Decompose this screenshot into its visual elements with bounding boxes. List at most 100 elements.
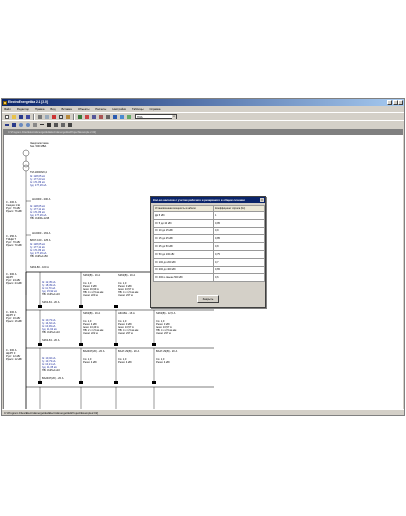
cut-button[interactable] xyxy=(51,114,57,120)
close-dialog-button[interactable]: Закрыть xyxy=(197,295,219,303)
load-marker xyxy=(152,381,156,384)
report-button[interactable] xyxy=(91,114,97,120)
table-row[interactable]: От 100 до 200 кВт 0,7 xyxy=(153,257,265,267)
menu-item[interactable]: Расчеты xyxy=(95,107,106,111)
table-row[interactable]: От 50 до 100 кВт 0,75 xyxy=(153,249,265,259)
node-label: Pрасч: 70 кВт xyxy=(6,244,23,247)
open-button[interactable] xyxy=(11,114,17,120)
zoom-in-button[interactable] xyxy=(18,122,24,128)
copy-button[interactable] xyxy=(58,114,64,120)
chevron-down-icon[interactable]: ▾ xyxy=(172,115,176,119)
demand-factor[interactable]: 0,7 xyxy=(213,257,265,267)
table-button[interactable] xyxy=(84,114,90,120)
menu-item[interactable]: Вид xyxy=(50,107,55,111)
zoom-out-button[interactable] xyxy=(25,122,31,128)
scheme-type-value: ПЗА xyxy=(137,115,143,119)
export-icon xyxy=(120,114,124,119)
transformer-label: ТМ-1000/6/0,4 xyxy=(30,171,47,174)
node-label: Pрасч: 24 кВт xyxy=(6,282,23,285)
text-tool-button[interactable] xyxy=(67,122,73,128)
breaker-label: S263-80 - 100 А xyxy=(30,266,49,269)
power-range: От 100 до 200 кВт xyxy=(153,257,214,267)
import-button[interactable] xyxy=(126,114,132,120)
copy-icon xyxy=(59,114,63,119)
menu-item[interactable]: Справка xyxy=(149,107,160,111)
load-marker xyxy=(38,343,42,346)
save-as-button[interactable] xyxy=(25,114,31,120)
power-range: От 200 до 400 кВт xyxy=(153,265,214,275)
table-row[interactable]: От 15 до 25 кВт 0,85 xyxy=(153,234,265,244)
demand-factor[interactable]: 0,8 xyxy=(213,242,265,251)
dialog-title: Кол-во насосов с учетом рабочего и резер… xyxy=(153,198,245,202)
chart-button[interactable] xyxy=(98,114,104,120)
table-row[interactable]: От 5 до 10 кВт 0,95 xyxy=(153,218,265,228)
load-value: Uном: 237 м xyxy=(118,294,133,297)
table-row[interactable]: От 10 до 15 кВт 0,9 xyxy=(153,226,265,236)
grid-view-button[interactable] xyxy=(11,122,17,128)
load-marker xyxy=(152,343,156,346)
dialog-titlebar[interactable]: Кол-во насосов с учетом рабочего и резер… xyxy=(151,197,265,203)
power-range: От 400 и свыше 500 кВт xyxy=(153,273,214,283)
transformer-winding-2 xyxy=(22,164,30,172)
breaker-label: ВА57-100 - 125 А xyxy=(30,239,51,242)
load-marker xyxy=(79,343,83,346)
menu-item[interactable]: Настройки xyxy=(112,107,126,111)
save-button[interactable] xyxy=(18,114,24,120)
toolbar-main: ПЗА ▾ xyxy=(2,112,404,120)
close-button[interactable] xyxy=(398,100,403,105)
demand-factor[interactable]: 0,65 xyxy=(213,265,265,275)
menu-item[interactable]: Вставка xyxy=(61,107,71,111)
node-value: ПВ. 3х25+1x10 xyxy=(42,331,60,334)
table-row[interactable]: От 200 до 400 кВт 0,65 xyxy=(153,265,265,275)
toolbar-drawing xyxy=(2,120,404,128)
menu-item[interactable]: Объекты xyxy=(78,107,90,111)
menu-item[interactable]: Правка xyxy=(35,107,44,111)
demand-factor[interactable]: 1 xyxy=(213,211,265,220)
table-row[interactable]: От 25 до 50 кВт 0,8 xyxy=(153,242,265,251)
new-file-icon xyxy=(5,114,9,119)
minimize-button[interactable] xyxy=(387,100,392,105)
demand-factor[interactable]: 0,75 xyxy=(213,249,265,259)
toolbar-separator xyxy=(33,113,35,120)
help-button[interactable] xyxy=(112,114,118,120)
breaker-label: S263(B) - 12,5 А xyxy=(156,312,176,315)
print-button[interactable] xyxy=(37,114,43,120)
load-value: Uном: 237 м xyxy=(118,332,133,335)
calc-button[interactable] xyxy=(77,114,83,120)
paste-button[interactable] xyxy=(65,114,71,120)
table-row[interactable]: От 400 и свыше 500 кВт 0,6 xyxy=(153,273,265,283)
load-marker xyxy=(38,381,42,384)
list-view-button[interactable] xyxy=(4,122,10,128)
table-row[interactable]: До 5 кВт 1 xyxy=(153,211,265,220)
maximize-button[interactable] xyxy=(392,100,398,105)
menu-item[interactable]: Редактор xyxy=(17,107,29,111)
load-marker xyxy=(38,305,42,308)
demand-factor[interactable]: 0,85 xyxy=(213,234,265,244)
fit-button[interactable] xyxy=(32,122,38,128)
new-file-button[interactable] xyxy=(4,114,10,120)
breaker-tool-button[interactable] xyxy=(46,122,52,128)
preview-button[interactable] xyxy=(44,114,50,120)
line-tool-button[interactable] xyxy=(39,122,45,128)
menu-item[interactable]: Таблицы xyxy=(132,107,143,111)
demand-factor-dialog: Кол-во насосов с учетом рабочего и резер… xyxy=(150,196,266,308)
cable-tool-button[interactable] xyxy=(60,122,66,128)
close-icon[interactable]: × xyxy=(260,198,264,202)
demand-factor[interactable]: 0,9 xyxy=(213,226,265,236)
t-param: Iуд: 177,26 кА xyxy=(30,184,47,187)
load-value: Pном: 4 кВт xyxy=(83,361,97,364)
line-icon xyxy=(40,124,44,125)
menu-item[interactable]: Файл xyxy=(4,107,11,111)
app-icon xyxy=(3,100,7,105)
scheme-type-select[interactable]: ПЗА ▾ xyxy=(135,114,177,119)
floppy-icon xyxy=(26,114,30,119)
demand-factor[interactable]: 0,95 xyxy=(213,218,265,228)
window-titlebar[interactable]: ElectroEnergetika 2.1 [2.0] xyxy=(2,99,404,106)
load-tool-button[interactable] xyxy=(53,122,59,128)
settings-button[interactable] xyxy=(105,114,111,120)
node-value: ПВ. 3х25+1x10 xyxy=(42,369,60,372)
demand-factor[interactable]: 0,6 xyxy=(213,273,265,283)
source-power: Sкз. 500 MBA xyxy=(30,145,47,148)
zoom-out-icon xyxy=(26,122,30,127)
export-button[interactable] xyxy=(119,114,125,120)
